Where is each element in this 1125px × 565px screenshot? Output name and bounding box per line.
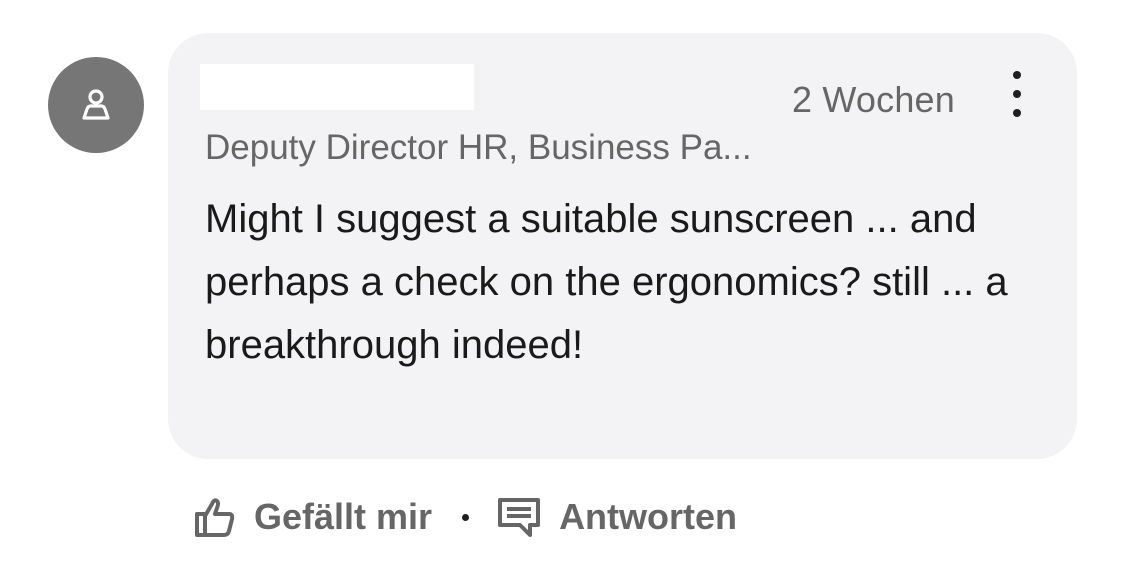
avatar[interactable] [48, 57, 144, 153]
comment-thread-item: 2 Wochen Deputy Director HR, Business Pa… [0, 0, 1125, 565]
comment-timestamp: 2 Wochen [791, 79, 955, 120]
like-button[interactable]: Gefällt mir [192, 495, 432, 539]
more-options-button[interactable] [997, 71, 1037, 117]
more-vertical-icon [1013, 71, 1021, 79]
like-label: Gefällt mir [254, 496, 433, 537]
comment-actions: Gefällt mir Antworten [192, 487, 737, 547]
reply-label: Antworten [559, 496, 738, 537]
comment-text: Might I suggest a suitable sunscreen ...… [205, 197, 1008, 367]
thumbs-up-icon [195, 498, 235, 537]
comment-bubble: 2 Wochen Deputy Director HR, Business Pa… [168, 33, 1077, 459]
comment-icon [498, 498, 541, 537]
action-separator [462, 513, 470, 521]
reply-button[interactable]: Antworten [497, 495, 737, 539]
person-icon [82, 89, 110, 120]
author-headline: Deputy Director HR, Business Pa... [205, 128, 752, 167]
author-name-redacted[interactable] [200, 64, 474, 110]
